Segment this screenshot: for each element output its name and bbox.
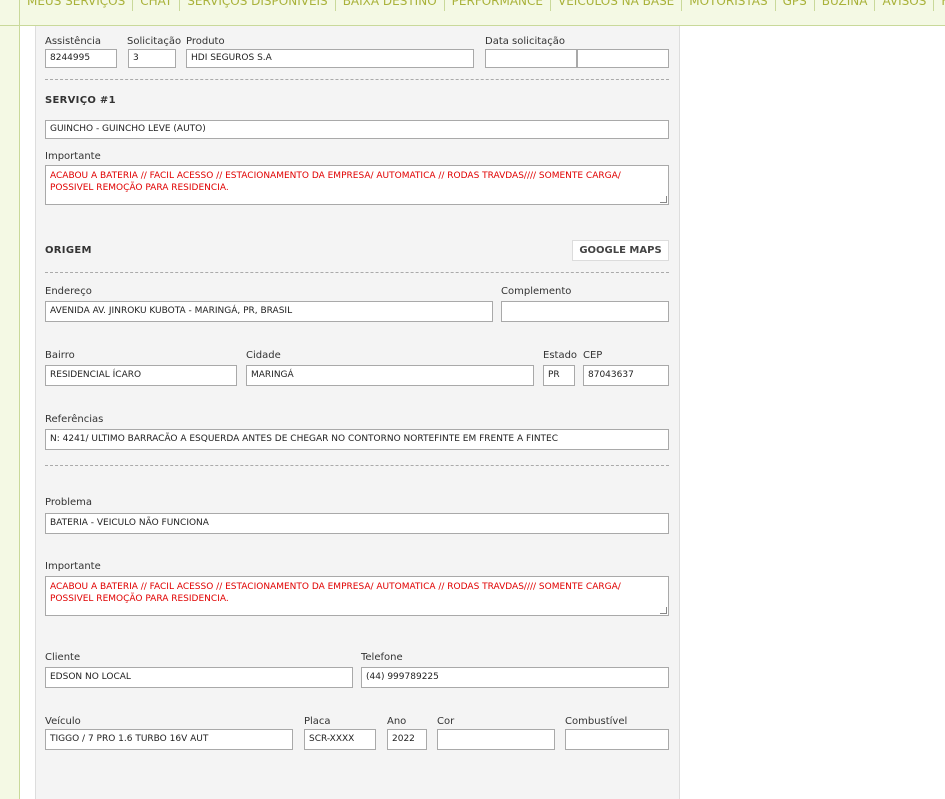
assistencia-field[interactable]: 8244995 xyxy=(45,49,117,68)
problema-importante-textarea[interactable]: ACABOU A BATERIA // FACIL ACESSO // ESTA… xyxy=(45,576,669,616)
nav-item-veiculos-na-base[interactable]: VEÍCULOS NA BASE xyxy=(551,0,683,11)
telefone-field[interactable]: (44) 999789225 xyxy=(361,667,669,688)
nav-item-baixa-destino[interactable]: BAIXA DESTINO xyxy=(336,0,445,11)
nav-item-servicos-disponiveis[interactable]: SERVIÇOS DISPONÍVEIS xyxy=(180,0,336,11)
problema-label: Problema xyxy=(45,497,93,508)
nav-edge-label: os xyxy=(2,0,12,1)
assistencia-label: Assistência xyxy=(45,36,102,47)
data-solicitacao-time-field[interactable] xyxy=(577,49,669,68)
produto-label: Produto xyxy=(186,36,225,47)
servico-tipo-field[interactable]: GUINCHO - GUINCHO LEVE (AUTO) xyxy=(45,120,669,139)
cep-label: CEP xyxy=(583,350,603,361)
cidade-field[interactable]: MARINGÁ xyxy=(246,365,534,386)
produto-field[interactable]: HDI SEGUROS S.A xyxy=(186,49,474,68)
solicitacao-label: Solicitação xyxy=(127,36,182,47)
servico-importante-textarea[interactable]: ACABOU A BATERIA // FACIL ACESSO // ESTA… xyxy=(45,165,669,205)
nav-item-chat[interactable]: CHAT xyxy=(133,0,181,11)
cliente-field[interactable]: EDSON NO LOCAL xyxy=(45,667,353,688)
divider xyxy=(45,465,669,466)
problema-importante-label: Importante xyxy=(45,561,101,572)
servico-title: SERVIÇO #1 xyxy=(45,95,116,106)
placa-label: Placa xyxy=(304,716,331,727)
divider xyxy=(45,79,669,80)
endereco-field[interactable]: AVENIDA AV. JINROKU KUBOTA - MARINGÁ, PR… xyxy=(45,301,493,322)
cor-label: Cor xyxy=(437,716,455,727)
nav-item-more[interactable]: F xyxy=(934,0,945,11)
cep-field[interactable]: 87043637 xyxy=(583,365,669,386)
cor-field[interactable] xyxy=(437,729,555,750)
nav-item-motoristas[interactable]: MOTORISTAS xyxy=(682,0,776,11)
complemento-label: Complemento xyxy=(501,286,572,297)
problema-field[interactable]: BATERIA - VEICULO NÃO FUNCIONA xyxy=(45,513,669,534)
nav-item-performance[interactable]: PERFORMANCE xyxy=(445,0,551,11)
referencias-field[interactable]: N: 4241/ ULTIMO BARRACÃO A ESQUERDA ANTE… xyxy=(45,429,669,450)
endereco-label: Endereço xyxy=(45,286,92,297)
resize-grip-icon[interactable] xyxy=(660,196,667,203)
servico-importante-text: ACABOU A BATERIA // FACIL ACESSO // ESTA… xyxy=(50,171,621,193)
nav-item-avisos[interactable]: AVISOS xyxy=(875,0,935,11)
data-solicitacao-date-field[interactable] xyxy=(485,49,577,68)
nav-edge: os xyxy=(0,0,20,25)
estado-label: Estado xyxy=(543,350,578,361)
left-sidebar xyxy=(0,26,20,799)
nav-item-meus-servicos[interactable]: MEUS SERVIÇOS xyxy=(20,0,134,11)
cliente-label: Cliente xyxy=(45,652,81,663)
servico-importante-label: Importante xyxy=(45,151,101,162)
complemento-field[interactable] xyxy=(501,301,669,322)
top-navigation: os MEUS SERVIÇOSCHATSERVIÇOS DISPONÍVEIS… xyxy=(0,0,945,26)
divider xyxy=(45,272,669,273)
combustivel-label: Combustível xyxy=(565,716,628,727)
telefone-label: Telefone xyxy=(361,652,403,663)
estado-field[interactable]: PR xyxy=(543,365,575,386)
data-solicitacao-label: Data solicitação xyxy=(485,36,566,47)
veiculo-label: Veículo xyxy=(45,716,81,727)
problema-importante-text: ACABOU A BATERIA // FACIL ACESSO // ESTA… xyxy=(50,582,621,604)
resize-grip-icon[interactable] xyxy=(660,607,667,614)
combustivel-field[interactable] xyxy=(565,729,669,750)
bairro-label: Bairro xyxy=(45,350,75,361)
nav-item-gps[interactable]: GPS xyxy=(776,0,815,11)
nav-menu: MEUS SERVIÇOS CHAT SERVIÇOS DISPONÍVEIS BAI… xyxy=(20,0,945,11)
ano-field[interactable]: 2022 xyxy=(387,729,427,750)
google-maps-button[interactable]: GOOGLE MAPS xyxy=(572,240,669,261)
ano-label: Ano xyxy=(387,716,407,727)
nav-item-buzina[interactable]: BUZINA xyxy=(815,0,876,11)
referencias-label: Referências xyxy=(45,414,104,425)
veiculo-field[interactable]: TIGGO / 7 PRO 1.6 TURBO 16V AUT xyxy=(45,729,293,750)
bairro-field[interactable]: RESIDENCIAL ÍCARO xyxy=(45,365,237,386)
placa-field[interactable]: SCR-XXXX xyxy=(304,729,376,750)
cidade-label: Cidade xyxy=(246,350,281,361)
origem-title: ORIGEM xyxy=(45,245,92,256)
solicitacao-field[interactable]: 3 xyxy=(128,49,176,68)
service-detail-panel: Assistência 8244995 Solicitação 3 Produt… xyxy=(35,26,680,799)
